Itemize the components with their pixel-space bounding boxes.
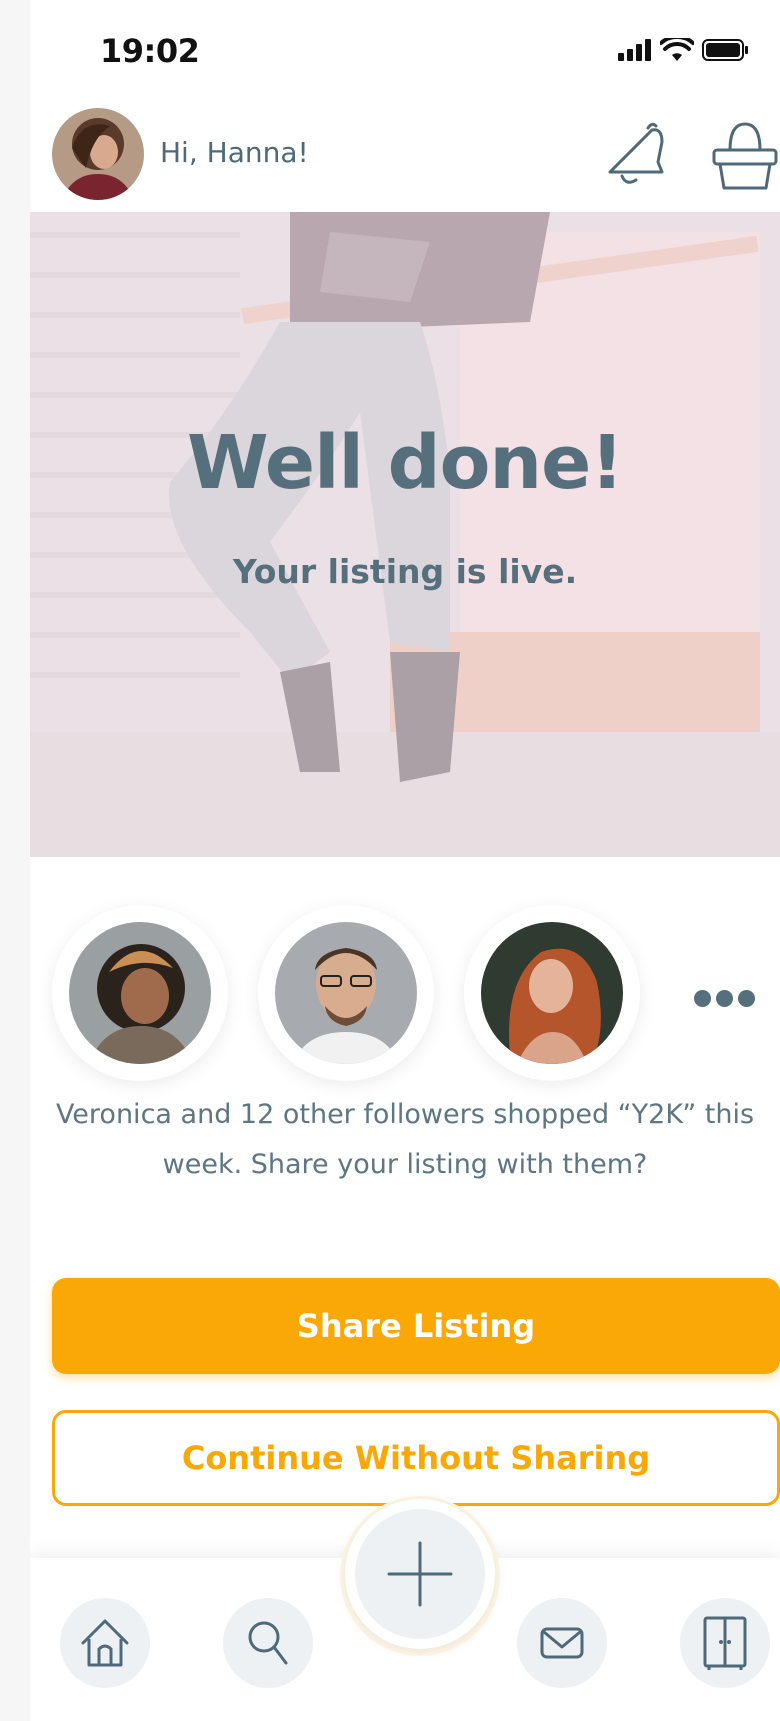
- wifi-icon: [660, 38, 694, 61]
- user-avatar[interactable]: [52, 108, 144, 200]
- share-listing-button[interactable]: Share Listing: [52, 1278, 780, 1374]
- mail-icon: [540, 1627, 584, 1659]
- left-margin: [0, 0, 30, 1721]
- add-listing-button[interactable]: [345, 1499, 495, 1649]
- nav-messages-button[interactable]: [517, 1598, 607, 1688]
- nav-search-button[interactable]: [223, 1598, 313, 1688]
- battery-icon: [702, 39, 748, 61]
- shopping-basket-icon[interactable]: [710, 120, 780, 192]
- share-prompt-text: Veronica and 12 other followers shopped …: [55, 1099, 755, 1180]
- continue-without-sharing-button[interactable]: Continue Without Sharing: [52, 1410, 780, 1506]
- wardrobe-icon: [703, 1616, 747, 1670]
- nav-home-button[interactable]: [60, 1598, 150, 1688]
- hero-overlay: [30, 212, 780, 857]
- search-icon: [248, 1621, 288, 1665]
- notification-bell-icon[interactable]: [600, 120, 670, 190]
- plus-icon: [387, 1541, 453, 1607]
- follower-avatar-2[interactable]: [258, 905, 434, 1081]
- status-time: 19:02: [100, 32, 200, 70]
- more-dot: [694, 990, 711, 1007]
- hero-title: Well done!: [186, 420, 624, 506]
- more-dot: [738, 990, 755, 1007]
- follower-avatar-1[interactable]: [52, 905, 228, 1081]
- signal-icon: [618, 39, 651, 61]
- top-header: Hi, Hanna!: [30, 100, 780, 212]
- home-icon: [81, 1619, 129, 1667]
- add-button-inner: [355, 1509, 485, 1639]
- nav-wardrobe-button[interactable]: [680, 1598, 770, 1688]
- status-icons: [618, 38, 750, 62]
- hero-banner: Well done! Your listing is live.: [30, 212, 780, 857]
- greeting-text: Hi, Hanna!: [160, 136, 309, 169]
- hero-subtitle: Your listing is live.: [232, 552, 578, 591]
- app-screen: 19:02 Hi, Hanna! Well done! Your listing…: [30, 0, 780, 1721]
- more-dot: [716, 990, 733, 1007]
- more-followers-button[interactable]: [694, 990, 755, 1007]
- follower-avatar-3[interactable]: [464, 905, 640, 1081]
- status-bar: 19:02: [30, 0, 780, 100]
- followers-row: [30, 905, 780, 1085]
